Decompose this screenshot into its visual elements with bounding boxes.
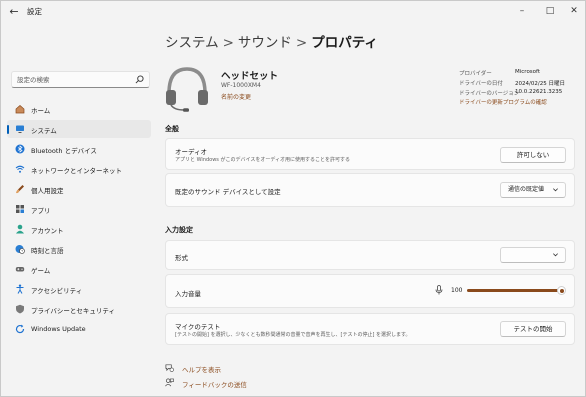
sidebar-item-label: 個人用設定 [31,187,64,195]
search-icon [135,75,144,84]
device-model: WF-1000XM4 [221,82,261,89]
bluetooth-icon [15,144,25,154]
default-device-card: 既定のサウンド デバイスとして設定 通信の既定値 [165,173,575,207]
accessibility-icon [16,284,24,294]
title-bar: ← 設定 – □ ✕ [1,1,585,23]
system-icon [16,125,24,133]
breadcrumb-system[interactable]: システム [165,35,219,51]
help-label: ヘルプを表示 [182,366,221,374]
sidebar-item-label: ホーム [31,107,51,115]
sidebar-item-time-language[interactable]: 時刻と言語 [7,240,151,258]
sidebar-item-network[interactable]: ネットワークとインターネット [7,160,151,178]
close-button[interactable]: ✕ [565,4,583,18]
sidebar-item-home[interactable]: ホーム [7,100,151,118]
info-key-driver-date: ドライバーの日付 [459,81,503,87]
sidebar-item-label: アカウント [31,227,64,235]
mic-test-title: マイクのテスト [175,323,221,331]
gamepad-icon [15,267,25,272]
sidebar-item-windows-update[interactable]: Windows Update [7,320,151,338]
sidebar-item-label: ネットワークとインターネット [31,167,122,175]
settings-window: ← 設定 – □ ✕ ホーム システム Bluetooth とデバイス ネットワ… [0,0,586,397]
audio-title: オーディオ [175,148,208,156]
sidebar-item-label: 時刻と言語 [31,247,64,255]
minimize-button[interactable]: – [513,4,531,18]
input-volume-value: 100 [451,287,463,294]
audio-card: オーディオ アプリと Windows がこのデバイスをオーディオ用に使用すること… [165,138,575,170]
audio-description: アプリと Windows がこのデバイスをオーディオ用に使用することを許可する [175,157,351,163]
shield-icon [16,304,24,314]
sidebar-item-label: システム [31,127,57,135]
disallow-button[interactable]: 許可しない [500,147,566,163]
input-volume-slider-track[interactable] [467,289,563,292]
feedback-link[interactable]: フィードバックの送信 [165,377,285,389]
default-device-dropdown[interactable]: 通信の既定値 [500,182,566,198]
selection-indicator [7,125,9,134]
home-icon [15,105,25,114]
sidebar-item-label: Bluetooth とデバイス [31,147,97,155]
sidebar-item-label: Windows Update [31,325,86,333]
input-volume-slider-thumb[interactable] [557,286,566,295]
app-title: 設定 [27,7,42,16]
info-value-driver-version: 10.0.22621.3235 [515,89,563,95]
wifi-icon [15,165,25,173]
update-icon [15,324,25,334]
info-key-driver-version: ドライバーのバージョン [459,91,520,97]
brush-icon [16,185,24,194]
format-card: 形式 [165,240,575,270]
feedback-icon [165,378,174,387]
breadcrumb-separator: > [222,35,234,51]
sidebar-item-personalization[interactable]: 個人用設定 [7,180,151,198]
breadcrumb: システム > サウンド > プロパティ [165,31,378,51]
sidebar-item-system[interactable]: システム [7,120,151,138]
sidebar-item-apps[interactable]: アプリ [7,200,151,218]
sidebar-item-accessibility[interactable]: アクセシビリティ [7,280,151,298]
chevron-down-icon [553,188,558,192]
help-icon [165,364,174,372]
driver-update-link[interactable]: ドライバーの更新プログラムの確認 [459,98,547,106]
sidebar-item-label: プライバシーとセキュリティ [31,307,115,315]
globe-clock-icon [15,245,25,254]
default-device-value: 通信の既定値 [508,186,545,193]
account-icon [16,224,24,234]
search-box[interactable] [11,71,150,88]
feedback-label: フィードバックの送信 [182,381,247,389]
info-value-driver-date: 2024/02/25 日曜日 [515,81,565,87]
breadcrumb-sound[interactable]: サウンド [238,35,292,51]
section-general-heading: 全般 [165,125,179,133]
format-title: 形式 [175,254,188,262]
apps-icon [16,205,24,213]
device-name: ヘッドセット [221,71,279,82]
default-device-title: 既定のサウンド デバイスとして設定 [175,188,281,196]
info-value-provider: Microsoft [515,69,541,75]
chevron-down-icon [553,253,558,257]
microphone-icon[interactable] [435,285,443,295]
back-button[interactable]: ← [7,5,21,19]
sidebar-item-privacy[interactable]: プライバシーとセキュリティ [7,300,151,318]
info-key-provider: プロバイダー [459,71,492,77]
section-input-heading: 入力設定 [165,226,193,234]
search-input[interactable] [17,74,129,85]
help-link[interactable]: ヘルプを表示 [165,362,285,374]
sidebar-item-label: アプリ [31,207,51,215]
sidebar-item-label: ゲーム [31,267,51,275]
start-test-button[interactable]: テストの開始 [500,321,566,337]
breadcrumb-separator: > [295,35,308,51]
maximize-button[interactable]: □ [541,4,559,18]
sidebar-item-accounts[interactable]: アカウント [7,220,151,238]
sidebar-item-label: アクセシビリティ [31,287,83,295]
rename-link[interactable]: 名前の変更 [221,92,251,101]
input-volume-title: 入力音量 [175,290,201,298]
sidebar-item-bluetooth[interactable]: Bluetooth とデバイス [7,140,151,158]
mic-test-card: マイクのテスト [テストの開始] を選択し、少なくとも数秒間通常の音量で音声を再… [165,313,575,345]
headset-icon [166,67,208,112]
page-title: プロパティ [311,35,378,51]
mic-test-description: [テストの開始] を選択し、少なくとも数秒間通常の音量で音声を再生し、[テストの… [175,332,411,338]
sidebar-item-gaming[interactable]: ゲーム [7,260,151,278]
format-dropdown[interactable] [500,247,566,263]
